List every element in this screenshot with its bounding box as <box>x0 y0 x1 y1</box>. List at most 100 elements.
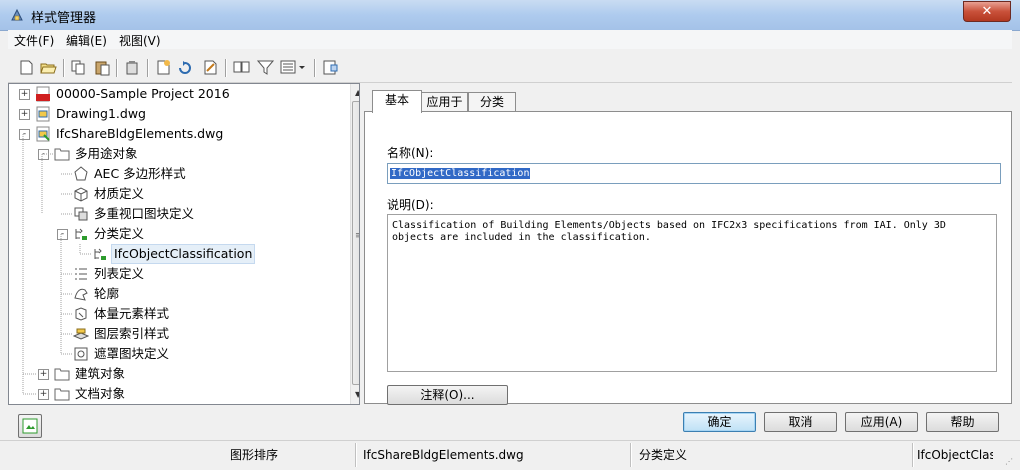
notes-button[interactable]: 注释(O)... <box>387 385 508 405</box>
cancel-button[interactable]: 取消 <box>764 412 837 432</box>
tree-item[interactable]: IfcObjectClassification <box>9 244 349 264</box>
expand-toggle[interactable]: - <box>38 149 49 160</box>
polygon-icon <box>74 166 88 181</box>
help-button[interactable]: 帮助 <box>926 412 999 432</box>
expand-toggle[interactable]: + <box>38 369 49 380</box>
tree-item-label: 分类定义 <box>94 226 145 241</box>
filter-icon[interactable] <box>233 59 250 76</box>
import-icon[interactable] <box>178 59 195 76</box>
description-field[interactable]: Classification of Building Elements/Obje… <box>387 214 997 372</box>
mask-block-icon <box>74 347 88 361</box>
apply-button[interactable]: 应用(A) <box>845 412 918 432</box>
mass-element-icon <box>75 307 87 321</box>
menu-bar: 文件(F) 编辑(E) 视图(V) <box>8 30 1012 49</box>
open-folder-icon[interactable] <box>40 59 57 76</box>
status-item: IfcObjectClassification <box>917 448 993 462</box>
name-field[interactable]: IfcObjectClassification <box>387 163 1001 184</box>
grip-icon: ≡ <box>355 231 359 241</box>
tree-item[interactable]: - 多用途对象 <box>9 144 349 164</box>
folder-icon <box>54 148 70 161</box>
status-sort-order: 图形排序 <box>230 448 279 462</box>
copy-icon[interactable] <box>70 59 87 76</box>
tree-item[interactable]: 列表定义 <box>9 264 349 284</box>
tree-item[interactable]: 轮廓 <box>9 284 349 304</box>
tree-item[interactable]: + Drawing1.dwg <box>9 104 349 124</box>
close-button[interactable]: ✕ <box>963 1 1011 22</box>
drawing-file-icon <box>36 106 50 122</box>
tab-applies-to[interactable]: 应用于 <box>421 92 468 112</box>
tree-item-label: 材质定义 <box>94 186 145 201</box>
tree-item[interactable]: AEC 多边形样式 <box>9 164 349 184</box>
scroll-down-icon[interactable]: ▼ <box>355 390 359 399</box>
material-icon <box>74 187 88 202</box>
new-style-icon[interactable] <box>155 59 172 76</box>
tree-item-label: AEC 多边形样式 <box>94 166 186 181</box>
folder-icon <box>54 388 70 401</box>
expand-toggle[interactable]: - <box>57 229 68 240</box>
view-dropdown-icon[interactable] <box>280 59 306 76</box>
tab-page: 名称(N): IfcObjectClassification 说明(D): Cl… <box>364 111 1012 405</box>
expand-toggle[interactable]: + <box>19 89 30 100</box>
tree-item-label: 00000-Sample Project 2016 <box>56 86 230 101</box>
properties-panel: 基本 应用于 分类 名称(N): IfcObjectClassification… <box>364 86 1012 405</box>
name-value: IfcObjectClassification <box>390 168 531 179</box>
mvblock-icon <box>74 207 88 221</box>
tree-item-label: IfcObjectClassification <box>111 244 256 264</box>
resize-grip-icon[interactable]: ⋰ <box>1005 457 1013 466</box>
expand-toggle[interactable]: + <box>38 389 49 400</box>
tree-item[interactable]: 图层索引样式 <box>9 324 349 344</box>
status-category: 分类定义 <box>639 448 688 462</box>
tree-item[interactable]: 多重视口图块定义 <box>9 204 349 224</box>
properties-icon[interactable] <box>322 59 339 76</box>
tree-item-label: 列表定义 <box>94 266 145 281</box>
style-tree[interactable]: + 00000-Sample Project 2016 + Drawing1.d… <box>8 83 360 405</box>
tree-item[interactable]: + 00000-Sample Project 2016 <box>9 84 349 104</box>
tree-item[interactable]: 遮罩图块定义 <box>9 344 349 364</box>
menu-edit[interactable]: 编辑(E) <box>66 32 107 49</box>
preview-toggle-button[interactable] <box>18 414 42 438</box>
tree-item-label: 文档对象 <box>75 386 126 401</box>
toolbar <box>8 52 1012 83</box>
profile-icon <box>74 288 88 301</box>
tab-classifications[interactable]: 分类 <box>468 92 516 112</box>
tree-item-label: 轮廓 <box>94 286 120 301</box>
menu-view[interactable]: 视图(V) <box>119 32 161 49</box>
window-title: 样式管理器 <box>31 11 97 26</box>
tree-item[interactable]: 材质定义 <box>9 184 349 204</box>
preview-icon <box>22 418 38 434</box>
ok-button[interactable]: 确定 <box>683 412 756 432</box>
status-bar: 图形排序 IfcShareBldgElements.dwg 分类定义 IfcOb… <box>0 440 1020 470</box>
tree-item-label: 多重视口图块定义 <box>94 206 195 221</box>
funnel-icon[interactable] <box>257 59 274 76</box>
description-label: 说明(D): <box>387 198 434 212</box>
tree-item-label: Drawing1.dwg <box>56 106 146 121</box>
list-icon <box>75 268 87 280</box>
expand-toggle[interactable]: - <box>19 129 30 140</box>
tree-item[interactable]: + 建筑对象 <box>9 364 349 384</box>
tree-item[interactable]: 体量元素样式 <box>9 304 349 324</box>
scroll-thumb[interactable] <box>352 101 359 385</box>
app-icon <box>11 8 23 21</box>
folder-icon <box>54 368 70 381</box>
scroll-up-icon[interactable]: ▲ <box>355 88 359 97</box>
tab-general[interactable]: 基本 <box>372 90 422 113</box>
classification-icon <box>94 248 106 260</box>
tree-item-label: 遮罩图块定义 <box>94 346 170 361</box>
tree-item-label: 体量元素样式 <box>94 306 170 321</box>
paste-icon[interactable] <box>94 59 111 76</box>
tree-item[interactable]: - IfcShareBldgElements.dwg <box>9 124 349 144</box>
tree-item-label: 图层索引样式 <box>94 326 170 341</box>
classification-icon <box>75 228 87 240</box>
tree-item-label: 建筑对象 <box>75 366 126 381</box>
new-icon[interactable] <box>18 59 35 76</box>
title-bar <box>0 0 1020 31</box>
edit-style-icon[interactable] <box>202 59 219 76</box>
drawing-file-icon <box>36 126 50 142</box>
tree-item[interactable]: - 分类定义 <box>9 224 349 244</box>
expand-toggle[interactable]: + <box>19 109 30 120</box>
menu-file[interactable]: 文件(F) <box>14 32 54 49</box>
layer-key-icon <box>73 328 89 340</box>
tree-item[interactable]: + 文档对象 <box>9 384 349 404</box>
acad-file-icon <box>36 86 50 102</box>
purge-icon[interactable] <box>124 59 141 76</box>
